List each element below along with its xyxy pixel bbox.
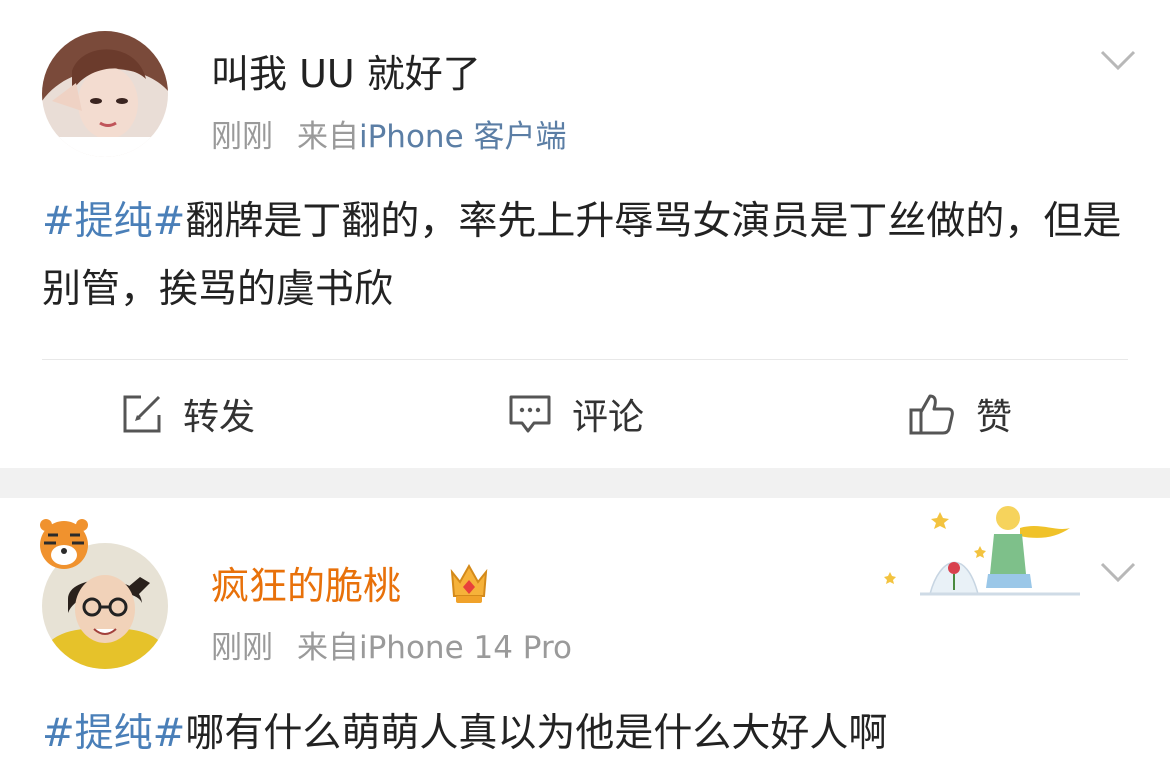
repost-button[interactable]: 转发 <box>121 388 255 440</box>
post-time: 刚刚 <box>211 630 273 666</box>
avatar[interactable] <box>42 31 168 157</box>
post-text: 翻牌是丁翻的，率先上升辱骂女演员是丁丝做的，但是别管，挨骂的虞书欣 <box>42 199 1122 312</box>
comment-label: 评论 <box>572 397 645 438</box>
post-time: 刚刚 <box>211 119 273 155</box>
hashtag-link[interactable]: #提纯# <box>42 199 185 244</box>
hashtag-link[interactable]: #提纯# <box>42 711 185 756</box>
username[interactable]: 疯狂的脆桃 <box>211 563 401 609</box>
weibo-post-2: 疯狂的脆桃 刚刚 来自iPhone 14 Pro #提纯#哪有什么萌萌人真以为他是… <box>0 498 1170 778</box>
post-source[interactable]: iPhone 14 Pro <box>359 630 572 666</box>
profile-decoration <box>849 498 1080 600</box>
like-button[interactable]: 赞 <box>908 388 1012 440</box>
username[interactable]: 叫我 UU 就好了 <box>211 51 481 97</box>
comment-button[interactable]: 评论 <box>508 388 644 440</box>
divider <box>42 359 1128 360</box>
from-prefix: 来自 <box>297 630 359 666</box>
weibo-post-1: 叫我 UU 就好了 刚刚 来自iPhone 客户端 #提纯#翻牌是丁翻的，率先上升… <box>0 0 1170 468</box>
repost-label: 转发 <box>183 397 256 438</box>
post-content: #提纯#哪有什么萌萌人真以为他是什么大好人啊 <box>42 700 1132 768</box>
post-source[interactable]: iPhone 客户端 <box>359 119 567 155</box>
chevron-down-icon[interactable] <box>1098 558 1138 586</box>
post-meta: 刚刚 来自iPhone 客户端 <box>211 117 567 157</box>
thumbs-up-icon <box>908 392 956 436</box>
from-prefix: 来自 <box>297 119 359 155</box>
comment-icon <box>508 393 552 435</box>
post-meta: 刚刚 来自iPhone 14 Pro <box>211 628 572 668</box>
post-text: 哪有什么萌萌人真以为他是什么大好人啊 <box>185 711 888 756</box>
like-label: 赞 <box>976 397 1013 438</box>
post-content: #提纯#翻牌是丁翻的，率先上升辱骂女演员是丁丝做的，但是别管，挨骂的虞书欣 <box>42 188 1132 324</box>
chevron-down-icon[interactable] <box>1098 46 1138 74</box>
post-separator <box>0 468 1170 498</box>
edit-icon <box>121 393 163 435</box>
tiger-pendant-icon <box>34 517 94 579</box>
vip-crown-icon <box>448 560 490 612</box>
